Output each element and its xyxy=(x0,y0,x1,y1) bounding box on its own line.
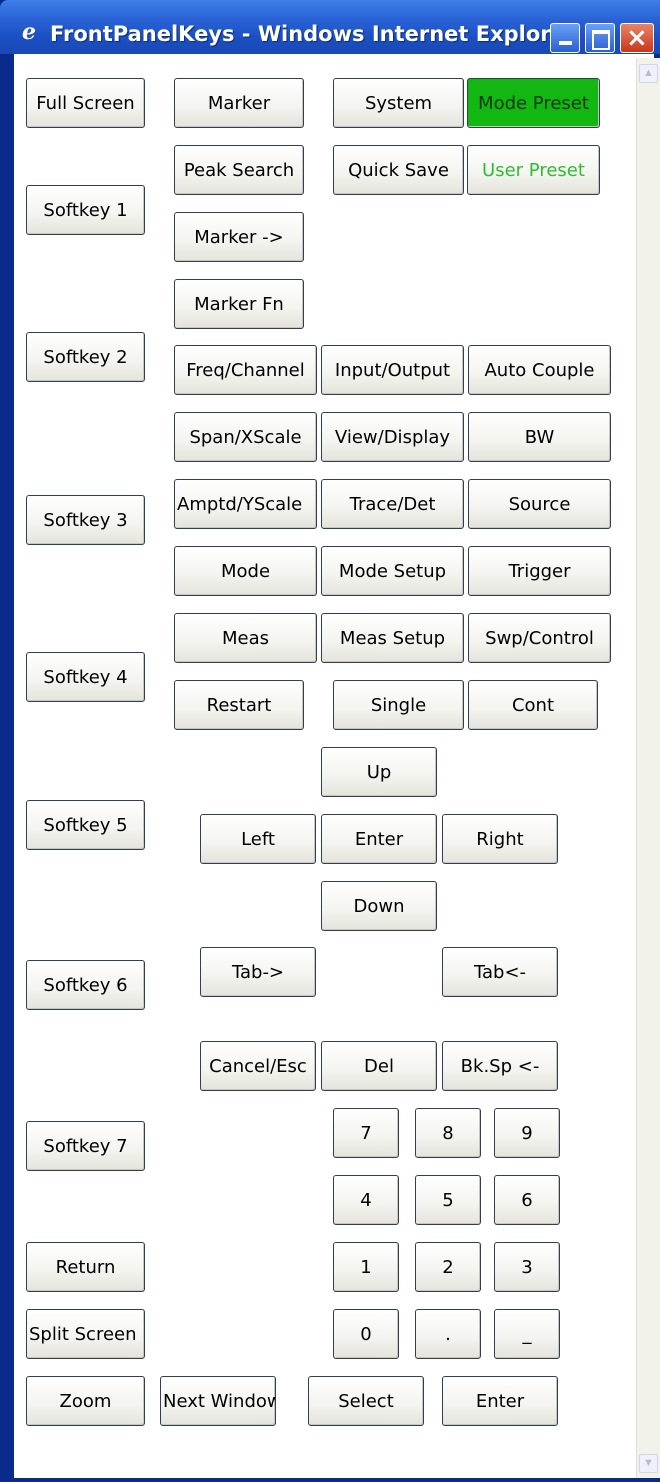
numpad-6-button[interactable]: 6 xyxy=(494,1175,560,1225)
marker-to-button[interactable]: Marker -> xyxy=(174,212,304,262)
enter-button[interactable]: Enter xyxy=(442,1376,558,1426)
return-button[interactable]: Return xyxy=(26,1242,145,1292)
up-button[interactable]: Up xyxy=(321,747,437,797)
numpad-2-button[interactable]: 2 xyxy=(415,1242,481,1292)
meas-setup-button[interactable]: Meas Setup xyxy=(321,613,464,663)
tab-forward-button[interactable]: Tab-> xyxy=(200,947,316,997)
backspace-button[interactable]: Bk.Sp <- xyxy=(442,1041,558,1091)
system-button[interactable]: System xyxy=(333,78,464,128)
numpad-3-button[interactable]: 3 xyxy=(494,1242,560,1292)
softkey-5-button[interactable]: Softkey 5 xyxy=(26,800,145,850)
left-button[interactable]: Left xyxy=(200,814,316,864)
softkey-2-button[interactable]: Softkey 2 xyxy=(26,332,145,382)
view-display-button[interactable]: View/Display xyxy=(321,412,464,462)
freq-channel-button[interactable]: Freq/Channel xyxy=(174,345,317,395)
numpad-1-button[interactable]: 1 xyxy=(333,1242,399,1292)
close-icon: × xyxy=(626,23,648,53)
auto-couple-button[interactable]: Auto Couple xyxy=(468,345,611,395)
enter-nav-button[interactable]: Enter xyxy=(321,814,437,864)
minimize-button[interactable] xyxy=(550,23,580,53)
split-screen-button[interactable]: Split Screen xyxy=(26,1309,145,1359)
mode-preset-button[interactable]: Mode Preset xyxy=(467,78,600,128)
marker-button[interactable]: Marker xyxy=(174,78,304,128)
cancel-esc-button[interactable]: Cancel/Esc xyxy=(200,1041,316,1091)
trigger-button[interactable]: Trigger xyxy=(468,546,611,596)
window-bottom-border xyxy=(0,1478,660,1482)
softkey-4-button[interactable]: Softkey 4 xyxy=(26,652,145,702)
marker-fn-button[interactable]: Marker Fn xyxy=(174,279,304,329)
maximize-button[interactable] xyxy=(585,23,615,53)
numpad-9-button[interactable]: 9 xyxy=(494,1108,560,1158)
numpad-7-button[interactable]: 7 xyxy=(333,1108,399,1158)
softkey-3-button[interactable]: Softkey 3 xyxy=(26,495,145,545)
minimize-icon xyxy=(559,41,572,45)
restart-button[interactable]: Restart xyxy=(174,680,304,730)
window-title: FrontPanelKeys - Windows Internet Explor… xyxy=(50,22,576,46)
ie-logo-icon: e xyxy=(22,19,36,45)
input-output-button[interactable]: Input/Output xyxy=(321,345,464,395)
del-button[interactable]: Del xyxy=(321,1041,437,1091)
peak-search-button[interactable]: Peak Search xyxy=(174,145,304,195)
trace-det-button[interactable]: Trace/Det xyxy=(321,479,464,529)
span-xscale-button[interactable]: Span/XScale xyxy=(174,412,317,462)
numpad-0-button[interactable]: 0 xyxy=(333,1309,399,1359)
ie-window: e FrontPanelKeys - Windows Internet Expl… xyxy=(0,0,660,1482)
vertical-scrollbar[interactable]: ▲ ▼ xyxy=(636,58,660,1478)
numpad-5-button[interactable]: 5 xyxy=(415,1175,481,1225)
down-button[interactable]: Down xyxy=(321,881,437,931)
next-window-button[interactable]: Next Window xyxy=(160,1376,276,1426)
amptd-yscale-button[interactable]: Amptd/YScale xyxy=(174,479,317,529)
maximize-icon xyxy=(592,30,610,50)
numpad-8-button[interactable]: 8 xyxy=(415,1108,481,1158)
softkey-1-button[interactable]: Softkey 1 xyxy=(26,185,145,235)
underscore-button[interactable]: _ xyxy=(494,1309,560,1359)
swp-control-button[interactable]: Swp/Control xyxy=(468,613,611,663)
zoom-button[interactable]: Zoom xyxy=(26,1376,145,1426)
quick-save-button[interactable]: Quick Save xyxy=(333,145,464,195)
select-button[interactable]: Select xyxy=(308,1376,424,1426)
softkey-6-button[interactable]: Softkey 6 xyxy=(26,960,145,1010)
meas-button[interactable]: Meas xyxy=(174,613,317,663)
mode-button[interactable]: Mode xyxy=(174,546,317,596)
full-screen-button[interactable]: Full Screen xyxy=(26,78,145,128)
softkey-7-button[interactable]: Softkey 7 xyxy=(26,1121,145,1171)
right-button[interactable]: Right xyxy=(442,814,558,864)
title-bar: e FrontPanelKeys - Windows Internet Expl… xyxy=(0,0,660,54)
bw-button[interactable]: BW xyxy=(468,412,611,462)
cont-button[interactable]: Cont xyxy=(468,680,598,730)
user-preset-button[interactable]: User Preset xyxy=(467,145,600,195)
decimal-point-button[interactable]: . xyxy=(415,1309,481,1359)
scroll-down-arrow-icon[interactable]: ▼ xyxy=(639,1454,658,1473)
close-button[interactable]: × xyxy=(620,23,654,53)
tab-back-button[interactable]: Tab<- xyxy=(442,947,558,997)
scroll-up-arrow-icon[interactable]: ▲ xyxy=(639,64,658,83)
source-button[interactable]: Source xyxy=(468,479,611,529)
mode-setup-button[interactable]: Mode Setup xyxy=(321,546,464,596)
numpad-4-button[interactable]: 4 xyxy=(333,1175,399,1225)
single-button[interactable]: Single xyxy=(333,680,464,730)
